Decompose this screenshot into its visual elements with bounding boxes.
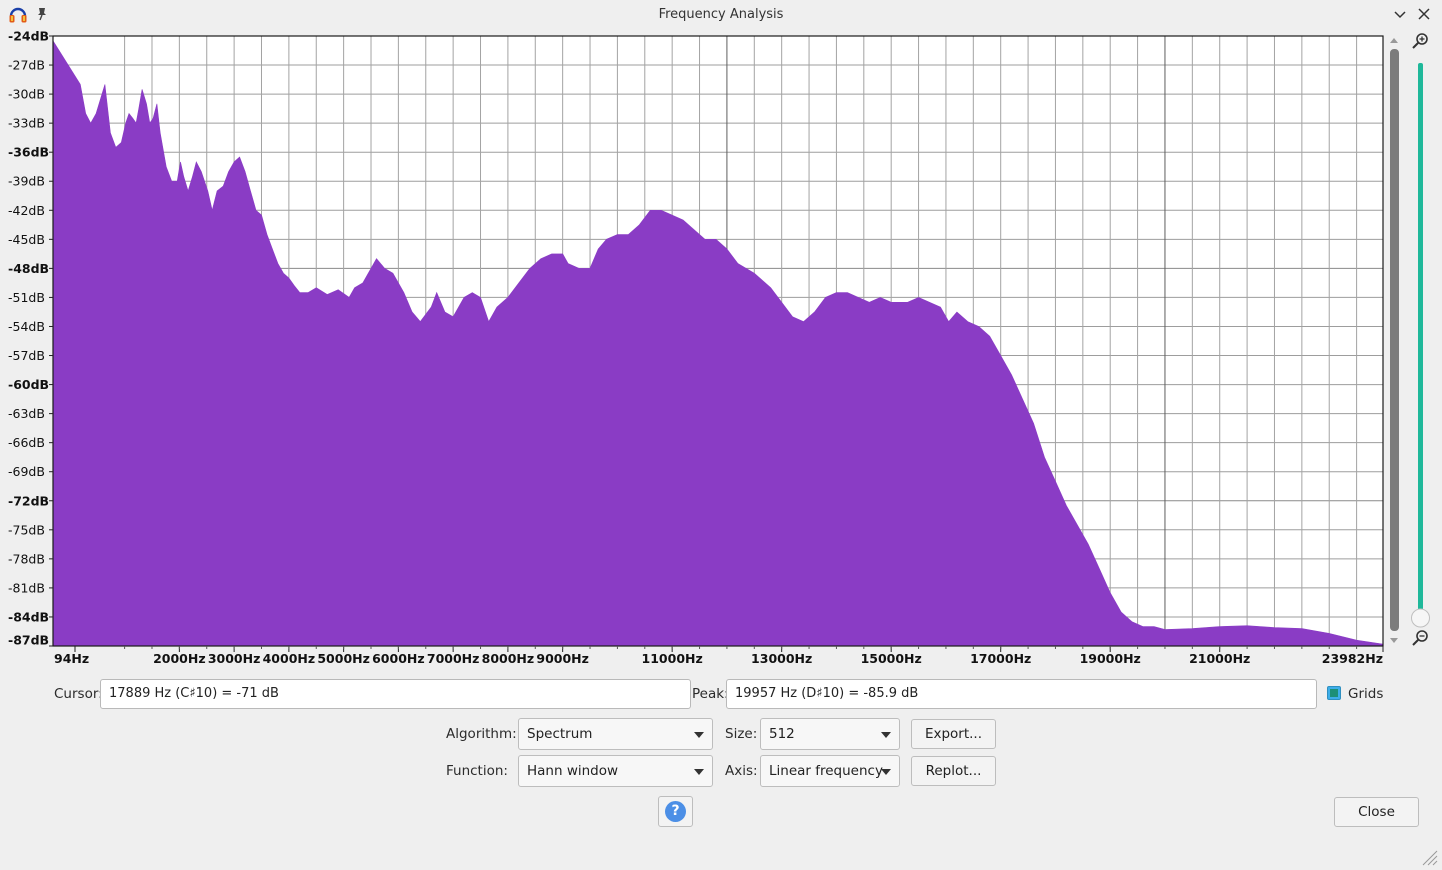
zoom-slider-track (1418, 63, 1423, 611)
grids-label[interactable]: Grids (1348, 686, 1383, 702)
chevron-down-icon (694, 732, 704, 738)
y-axis-tick-label: -60dB (8, 377, 49, 392)
algorithm-label: Algorithm: (446, 726, 517, 742)
zoom-in-icon (1412, 33, 1428, 49)
x-axis-tick-label: 19000Hz (1080, 651, 1141, 666)
chevron-down-icon (694, 769, 704, 775)
scroll-down-arrow (1390, 638, 1398, 643)
x-axis-tick-label: 8000Hz (482, 651, 535, 666)
zoom-out-icon (1412, 630, 1428, 646)
zoom-slider-handle (1411, 608, 1430, 628)
title-bar: Frequency Analysis (0, 0, 1442, 30)
replot-button[interactable]: Replot... (911, 756, 996, 786)
size-select[interactable]: 512 (760, 718, 900, 750)
y-axis-tick-label: -63dB (8, 406, 45, 421)
export-button[interactable]: Export... (911, 719, 996, 749)
x-axis-tick-label: 94Hz (54, 651, 89, 666)
y-axis-tick-label: -48dB (8, 261, 49, 276)
chevron-down-icon (881, 732, 891, 738)
spectrum-chart[interactable]: -24dB -27dB -30dB -33dB -36dB -39dB -42dB -45dB… (0, 29, 1442, 670)
frequency-plot[interactable]: -24dB -27dB -30dB -33dB -36dB -39dB -42dB -45dB… (0, 29, 1442, 674)
axis-select[interactable]: Linear frequency (760, 755, 900, 787)
y-axis-tick-label: -24dB (8, 30, 49, 44)
scroll-up-arrow (1390, 38, 1398, 43)
x-axis-tick-label: 9000Hz (536, 651, 589, 666)
peak-label: Peak: (692, 686, 729, 702)
y-axis-tick-label: -84dB (8, 609, 49, 624)
y-axis-tick-label: -54dB (8, 319, 45, 334)
axis-value: Linear frequency (769, 763, 883, 779)
x-axis-tick-label: 5000Hz (317, 651, 370, 666)
resize-grip-icon[interactable] (1418, 846, 1438, 866)
x-axis-tick-label: 3000Hz (208, 651, 261, 666)
chevron-down-icon (881, 769, 891, 775)
x-axis-tick-label: 11000Hz (642, 651, 703, 666)
function-select[interactable]: Hann window (518, 755, 713, 787)
y-axis-tick-label: -78dB (8, 551, 45, 566)
x-axis-tick-label: 21000Hz (1189, 651, 1250, 666)
x-axis-tick-label: 2000Hz (153, 651, 206, 666)
grids-checkbox[interactable] (1327, 686, 1341, 700)
axis-label: Axis: (725, 763, 758, 779)
help-button[interactable]: ? (658, 796, 693, 827)
y-axis-tick-label: -87dB (8, 633, 49, 648)
cursor-readout-field[interactable]: 17889 Hz (C♯10) = -71 dB (100, 679, 691, 709)
size-label: Size: (725, 726, 758, 742)
y-axis-tick-label: -39dB (8, 174, 45, 189)
y-axis-tick-label: -51dB (8, 290, 45, 305)
y-axis-tick-label: -75dB (8, 522, 45, 537)
help-icon: ? (665, 801, 686, 822)
y-axis-tick-label: -27dB (8, 58, 45, 73)
function-label: Function: (446, 763, 508, 779)
vertical-scrollbar-thumb (1390, 49, 1399, 631)
x-axis-tick-label: 7000Hz (427, 651, 480, 666)
x-axis-tick-label: 6000Hz (372, 651, 425, 666)
close-button[interactable]: Close (1334, 797, 1419, 827)
y-axis-tick-label: -36dB (8, 145, 49, 160)
peak-readout-field[interactable]: 19957 Hz (D♯10) = -85.9 dB (726, 679, 1317, 709)
y-axis-tick-label: -57dB (8, 348, 45, 363)
algorithm-value: Spectrum (527, 726, 593, 742)
y-axis-tick-label: -72dB (8, 493, 49, 508)
y-axis-tick-label: -33dB (8, 116, 45, 131)
function-value: Hann window (527, 763, 619, 779)
y-axis-tick-label: -42dB (8, 203, 45, 218)
y-axis-tick-label: -45dB (8, 232, 45, 247)
x-axis-tick-label: 17000Hz (970, 651, 1031, 666)
cursor-label: Cursor: (54, 686, 103, 702)
x-axis-tick-label: 15000Hz (861, 651, 922, 666)
y-axis-tick-label: -69dB (8, 464, 45, 479)
y-axis-tick-label: -66dB (8, 435, 45, 450)
x-axis-tick-label: 23982Hz (1322, 651, 1383, 666)
x-axis-tick-label: 13000Hz (751, 651, 812, 666)
chevron-down-icon[interactable] (1392, 6, 1408, 22)
y-axis-tick-label: -81dB (8, 580, 45, 595)
size-value: 512 (769, 726, 795, 742)
close-icon[interactable] (1416, 6, 1432, 22)
y-axis-tick-label: -30dB (8, 87, 45, 102)
algorithm-select[interactable]: Spectrum (518, 718, 713, 750)
window-title: Frequency Analysis (658, 7, 784, 22)
x-axis-tick-label: 4000Hz (263, 651, 316, 666)
